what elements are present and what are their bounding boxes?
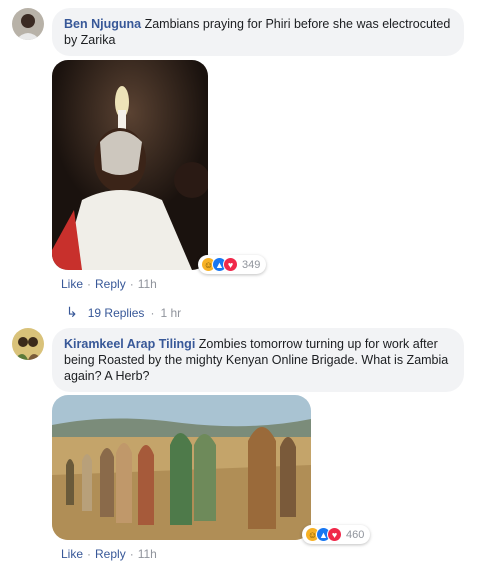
comment-bubble: Kiramkeel Arap Tilingi Zombies tomorrow … [52, 328, 464, 392]
comment-timestamp[interactable]: 11h [138, 277, 157, 291]
comment-timestamp[interactable]: 11h [138, 547, 157, 561]
reactions-summary[interactable]: ☺ ▲ ♥ 460 [302, 525, 371, 544]
comment-author[interactable]: Ben Njuguna [64, 17, 141, 31]
reaction-count: 460 [346, 528, 365, 541]
replies-dot: · [150, 305, 155, 320]
replies-count[interactable]: 19 Replies [88, 306, 145, 320]
like-link[interactable]: Like [61, 547, 83, 561]
like-link[interactable]: Like [61, 277, 83, 291]
view-replies[interactable]: ↳ 19 Replies · 1 hr [66, 304, 181, 321]
comment-author[interactable]: Kiramkeel Arap Tilingi [64, 337, 195, 351]
love-icon: ♥ [223, 257, 238, 272]
avatar[interactable] [12, 328, 44, 360]
replies-timestamp: 1 hr [160, 305, 182, 320]
reaction-count: 349 [242, 258, 261, 271]
love-icon: ♥ [327, 527, 342, 542]
avatar[interactable] [12, 8, 44, 40]
reply-arrow-icon: ↳ [66, 304, 78, 320]
comment-actions: Like · Reply · 11h [61, 277, 157, 291]
comment-photo[interactable] [52, 395, 311, 540]
reply-link[interactable]: Reply [95, 547, 126, 561]
reply-link[interactable]: Reply [95, 277, 126, 291]
reactions-summary[interactable]: ☺ ▲ ♥ 349 [198, 255, 267, 274]
comment-actions: Like · Reply · 11h [61, 547, 157, 561]
comment-bubble: Ben Njuguna Zambians praying for Phiri b… [52, 8, 464, 56]
comment-photo[interactable] [52, 60, 208, 270]
